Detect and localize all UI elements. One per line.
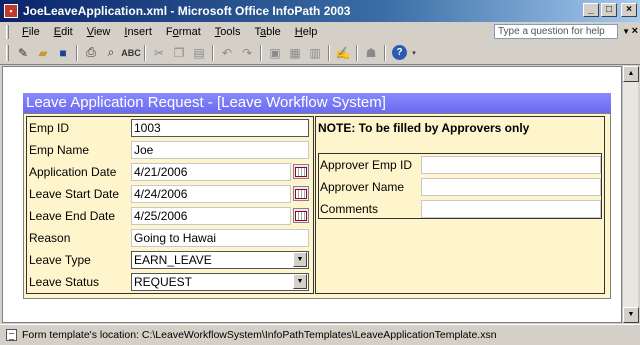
toolbar-separator bbox=[260, 44, 262, 61]
leave-type-label: Leave Type bbox=[29, 253, 91, 267]
menu-tools[interactable]: Tools bbox=[208, 26, 248, 38]
toolbar-options-icon[interactable]: ▾ bbox=[410, 43, 418, 63]
menubar-grip[interactable] bbox=[6, 24, 9, 39]
vertical-scrollbar[interactable]: ▲ ▼ bbox=[622, 66, 639, 323]
calendar-icon[interactable] bbox=[293, 208, 309, 223]
applicant-section: Emp ID 1003 Emp Name Joe Application Dat… bbox=[26, 116, 314, 294]
paste-icon[interactable]: ▤ bbox=[189, 43, 209, 63]
help-search-input[interactable]: Type a question for help bbox=[494, 24, 618, 39]
approver-note: NOTE: To be filled by Approvers only bbox=[318, 121, 530, 135]
calendar-icon[interactable] bbox=[293, 164, 309, 179]
menu-insert[interactable]: Insert bbox=[117, 26, 159, 38]
redo-icon[interactable]: ↷ bbox=[237, 43, 257, 63]
emp-id-label: Emp ID bbox=[29, 121, 70, 135]
leave-end-date-label: Leave End Date bbox=[29, 209, 116, 223]
leave-status-select[interactable]: REQUEST bbox=[131, 273, 309, 291]
spelling-icon[interactable]: ABC bbox=[121, 43, 141, 63]
chevron-down-icon[interactable]: ▼ bbox=[293, 252, 307, 267]
leave-start-date-label: Leave Start Date bbox=[29, 187, 120, 201]
menu-bar: File Edit View Insert Format Tools Table… bbox=[0, 22, 640, 41]
toolbar-separator bbox=[356, 44, 358, 61]
insert-picture-icon[interactable]: ▣ bbox=[265, 43, 285, 63]
maximize-button[interactable]: □ bbox=[601, 3, 617, 17]
minimize-button[interactable]: _ bbox=[583, 3, 599, 17]
scroll-up-icon[interactable]: ▲ bbox=[623, 66, 639, 82]
reason-label: Reason bbox=[29, 231, 71, 245]
comments-field[interactable] bbox=[421, 200, 601, 218]
window-title: JoeLeaveApplication.xml - Microsoft Offi… bbox=[23, 4, 351, 18]
toolbar-grip[interactable] bbox=[6, 44, 9, 61]
status-bar: Form template's location: C:\LeaveWorkfl… bbox=[0, 324, 640, 345]
title-bar: ▪ JoeLeaveApplication.xml - Microsoft Of… bbox=[0, 0, 640, 22]
infopath-icon[interactable]: ▪ bbox=[4, 4, 18, 18]
help-icon[interactable]: ? bbox=[392, 45, 407, 60]
form-body: Emp ID 1003 Emp Name Joe Application Dat… bbox=[23, 113, 611, 299]
open-icon[interactable]: ▰ bbox=[33, 43, 53, 63]
toolbar-separator bbox=[144, 44, 146, 61]
approver-emp-id-label: Approver Emp ID bbox=[320, 158, 413, 172]
save-icon[interactable]: ■ bbox=[53, 43, 73, 63]
menu-table[interactable]: Table bbox=[247, 26, 287, 38]
window-controls: _ □ × bbox=[583, 3, 637, 17]
insert-table-icon[interactable]: ▦ bbox=[285, 43, 305, 63]
print-icon[interactable]: ⎙ bbox=[81, 43, 101, 63]
leave-status-label: Leave Status bbox=[29, 275, 100, 289]
menu-format[interactable]: Format bbox=[159, 26, 208, 38]
menu-view[interactable]: View bbox=[80, 26, 118, 38]
status-text: Form template's location: C:\LeaveWorkfl… bbox=[22, 329, 497, 341]
menu-file[interactable]: File bbox=[15, 26, 47, 38]
document-close-icon[interactable]: × bbox=[632, 25, 638, 37]
application-date-field[interactable]: 4/21/2006 bbox=[131, 163, 291, 181]
emp-name-field[interactable]: Joe bbox=[131, 141, 309, 159]
toolbar-separator bbox=[76, 44, 78, 61]
comments-label: Comments bbox=[320, 202, 379, 216]
toolbar-separator bbox=[212, 44, 214, 61]
approver-name-label: Approver Name bbox=[320, 180, 405, 194]
cut-icon[interactable]: ✂ bbox=[149, 43, 169, 63]
approver-name-field[interactable] bbox=[421, 178, 601, 196]
emp-id-field[interactable]: 1003 bbox=[131, 119, 309, 137]
toolbar-separator bbox=[328, 44, 330, 61]
help-dropdown-icon[interactable]: ▼ bbox=[622, 27, 630, 36]
print-preview-icon[interactable]: ⌕ bbox=[101, 43, 121, 63]
close-button[interactable]: × bbox=[621, 3, 637, 17]
fill-out-form-icon[interactable]: ✎ bbox=[13, 43, 33, 63]
approver-emp-id-field[interactable] bbox=[421, 156, 601, 174]
approver-section: NOTE: To be filled by Approvers only App… bbox=[315, 116, 605, 294]
leave-type-select[interactable]: EARN_LEAVE bbox=[131, 251, 309, 269]
standard-toolbar: ✎ ▰ ■ ⎙ ⌕ ABC ✂ ❐ ▤ ↶ ↷ ▣ ▦ ▥ ✍ ☗ ? ▾ bbox=[0, 41, 640, 65]
leave-end-date-field[interactable]: 4/25/2006 bbox=[131, 207, 291, 225]
menu-help[interactable]: Help bbox=[288, 26, 325, 38]
undo-icon[interactable]: ↶ bbox=[217, 43, 237, 63]
insert-field-icon[interactable]: ▥ bbox=[305, 43, 325, 63]
menu-edit[interactable]: Edit bbox=[47, 26, 80, 38]
toolbar-separator bbox=[384, 44, 386, 61]
scroll-down-icon[interactable]: ▼ bbox=[623, 307, 639, 323]
calendar-icon[interactable] bbox=[293, 186, 309, 201]
approver-table: Approver Emp ID Approver Name Comments bbox=[318, 153, 602, 219]
form-canvas: Leave Application Request - [Leave Workf… bbox=[2, 66, 622, 323]
leave-start-date-field[interactable]: 4/24/2006 bbox=[131, 185, 291, 203]
copy-icon[interactable]: ❐ bbox=[169, 43, 189, 63]
form-title: Leave Application Request - [Leave Workf… bbox=[23, 93, 611, 113]
digital-signature-icon[interactable]: ✍ bbox=[333, 43, 353, 63]
form-template-icon bbox=[6, 329, 17, 341]
application-date-label: Application Date bbox=[29, 165, 117, 179]
chevron-down-icon[interactable]: ▼ bbox=[293, 274, 307, 289]
emp-name-label: Emp Name bbox=[29, 143, 90, 157]
reason-field[interactable]: Going to Hawai bbox=[131, 229, 309, 247]
merge-forms-icon[interactable]: ☗ bbox=[361, 43, 381, 63]
